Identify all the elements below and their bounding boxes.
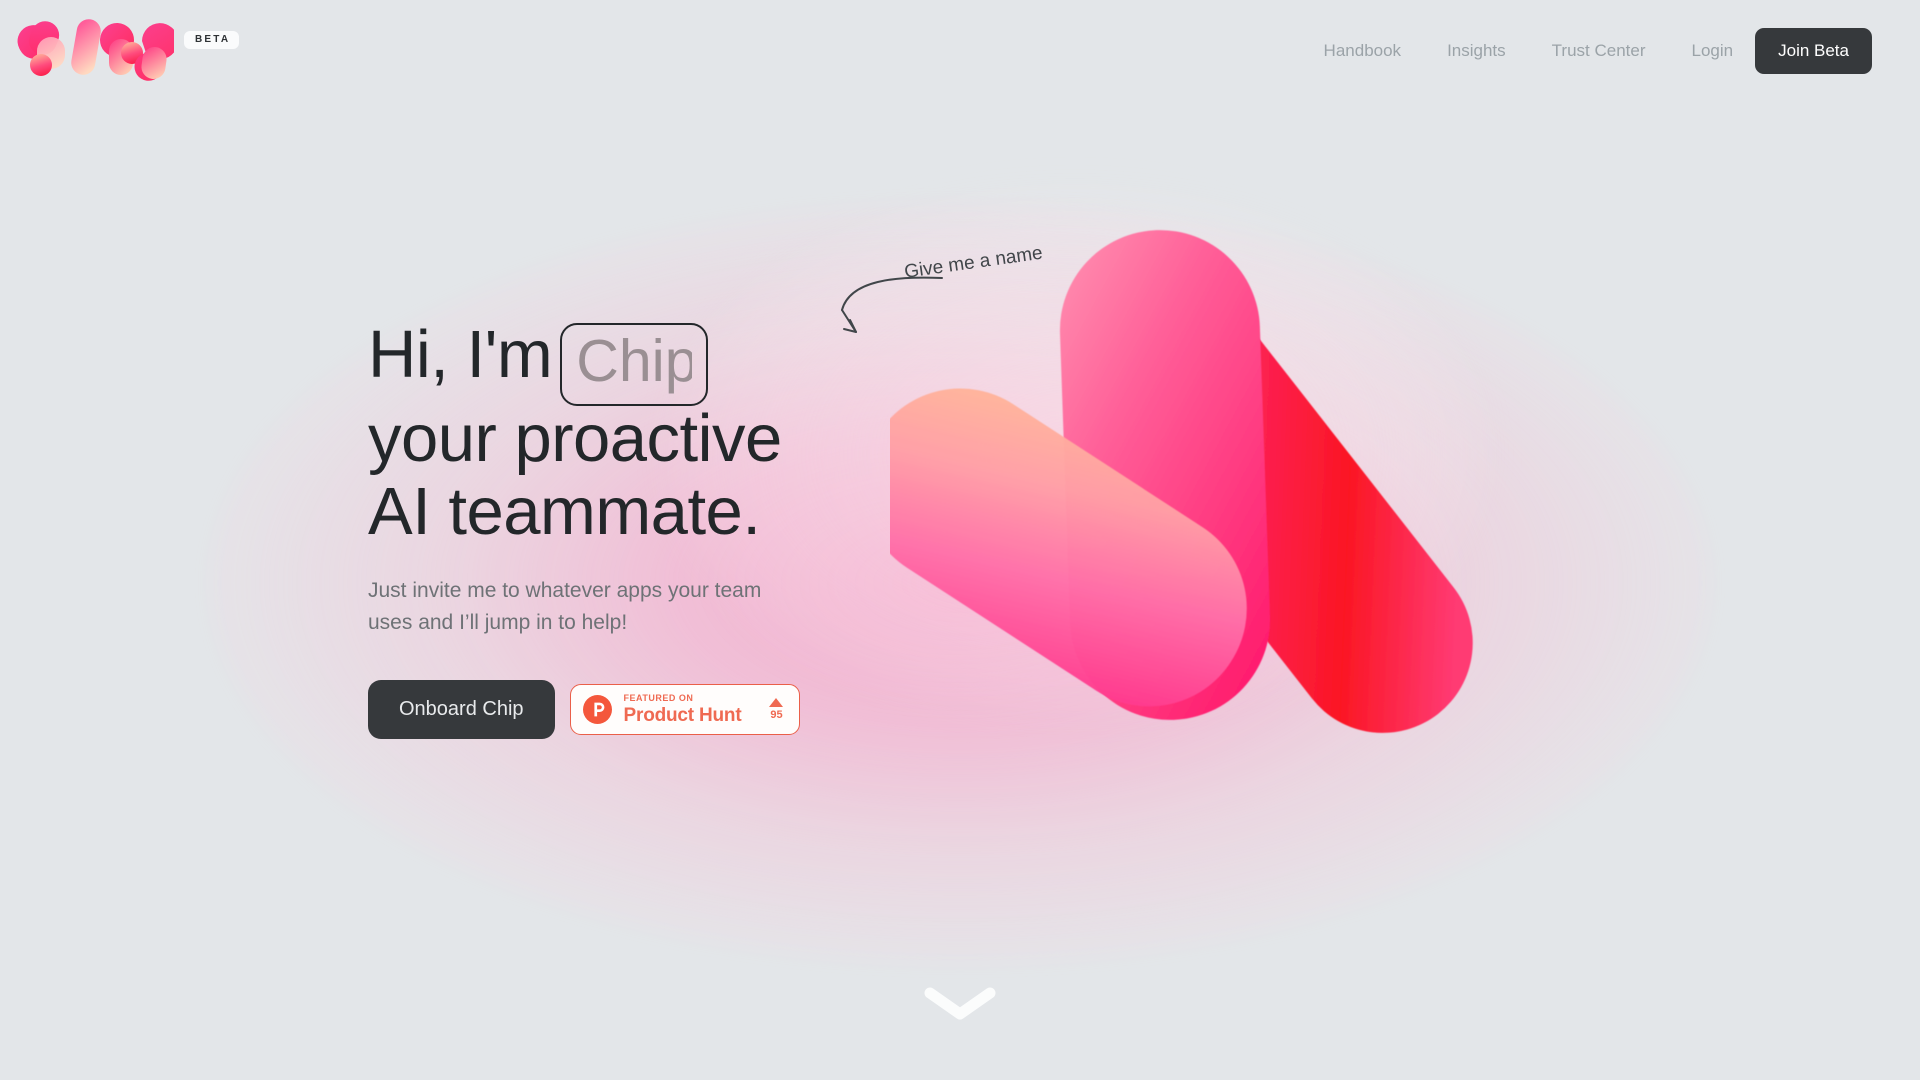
nav-link-login[interactable]: Login <box>1669 33 1748 69</box>
beta-badge: BETA <box>184 31 240 49</box>
assistant-name-input[interactable] <box>560 322 709 406</box>
nav-link-handbook[interactable]: Handbook <box>1301 33 1425 69</box>
upvote-count: 95 <box>770 708 783 721</box>
name-field-wrapper <box>560 322 709 406</box>
landing-page: BETA Handbook Insights Trust Center Logi… <box>0 0 1920 1080</box>
headline-greeting: Hi, I'm <box>368 317 553 392</box>
site-header: BETA Handbook Insights Trust Center Logi… <box>0 0 1920 102</box>
product-hunt-name: Product Hunt <box>623 704 742 726</box>
join-beta-button[interactable]: Join Beta <box>1755 28 1872 74</box>
hero-subheading: Just invite me to whatever apps your tea… <box>368 578 762 635</box>
onboard-chip-button[interactable]: Onboard Chip <box>368 679 555 739</box>
chip-logo-icon <box>17 19 174 81</box>
product-hunt-p-glyph <box>593 702 604 717</box>
hero-copy: Give me a name Hi, I'm your proactive AI… <box>368 243 1044 739</box>
headline-line-3: AI teammate. <box>368 474 761 550</box>
chevron-down-icon <box>924 987 996 1020</box>
hero-cta-row: Onboard Chip FEATURED ON Product Hunt 95 <box>368 679 1028 739</box>
product-hunt-featured-label: FEATURED ON <box>623 692 694 703</box>
brand-logo[interactable]: BETA <box>14 11 240 91</box>
headline-line-1: Hi, I'm <box>368 317 1028 406</box>
headline-line-2: your proactive <box>368 400 782 476</box>
nav-link-trust-center[interactable]: Trust Center <box>1529 33 1669 69</box>
product-hunt-badge[interactable]: FEATURED ON Product Hunt 95 <box>569 683 801 735</box>
main-navigation: Handbook Insights Trust Center Login Joi… <box>1301 28 1872 74</box>
annotation-label: Give me a name <box>903 242 1044 283</box>
hero-section: Give me a name Hi, I'm your proactive AI… <box>0 0 1920 1080</box>
product-hunt-text: FEATURED ON Product Hunt <box>623 692 742 726</box>
page-title: Hi, I'm your proactive AI teammate. <box>368 318 1028 549</box>
scroll-down-button[interactable] <box>924 987 996 1026</box>
product-hunt-logo-icon <box>582 694 612 724</box>
nav-link-insights[interactable]: Insights <box>1424 33 1529 69</box>
upvote-caret-icon <box>769 697 784 707</box>
product-hunt-votes: 95 <box>769 697 784 721</box>
